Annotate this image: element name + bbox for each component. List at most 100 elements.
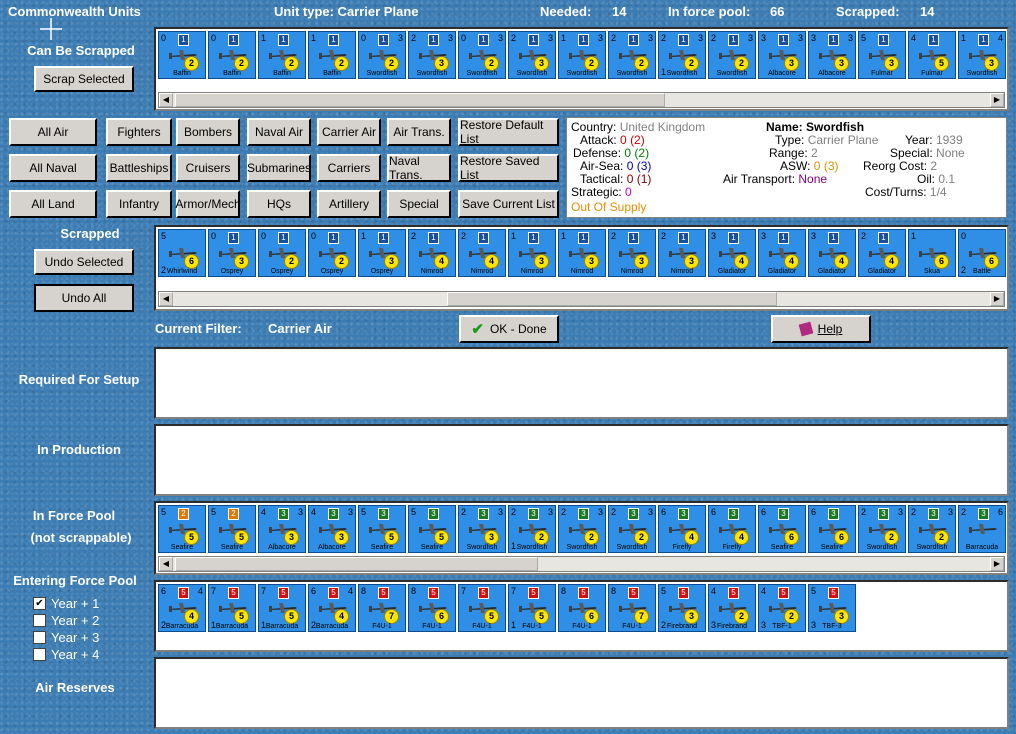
filter-button-armor-mech[interactable]: Armor/Mech: [175, 190, 241, 218]
scroll-left-icon[interactable]: ◀: [159, 557, 173, 571]
unit-counter[interactable]: 5 2 5 Seafire: [158, 505, 206, 553]
unit-counter[interactable]: 3 1 4 Gladiator: [808, 229, 856, 277]
unit-counter[interactable]: 2 6 3 Barracuda: [958, 505, 1006, 553]
scroll-thumb[interactable]: [447, 292, 777, 306]
unit-counter[interactable]: 2 3 3 2 Swordfish: [908, 505, 956, 553]
unit-counter[interactable]: 5 2 5 Seafire: [208, 505, 256, 553]
unit-counter[interactable]: 6 3 6 Seafire: [808, 505, 856, 553]
filter-button-all-air[interactable]: All Air: [9, 118, 97, 146]
filter-button-submarines[interactable]: Submarines: [247, 154, 311, 182]
unit-counter[interactable]: 2 3 3 2 Swordfish: [608, 505, 656, 553]
unit-counter[interactable]: 3 1 4 Gladiator: [708, 229, 756, 277]
filter-button-hqs[interactable]: HQs: [247, 190, 311, 218]
unit-counter[interactable]: 0 1 2 Baffin: [208, 31, 256, 79]
filter-button-bombers[interactable]: Bombers: [176, 118, 240, 146]
unit-counter[interactable]: 5 1 3 Fulmar: [858, 31, 906, 79]
filter-button-carriers[interactable]: Carriers: [317, 154, 381, 182]
unit-counter[interactable]: 0 1 2 Osprey: [308, 229, 356, 277]
scroll-thumb[interactable]: [175, 557, 538, 571]
unit-counter[interactable]: 2 3 3 2 Swordfish: [858, 505, 906, 553]
filter-button-all-naval[interactable]: All Naval: [9, 154, 97, 182]
year-checkbox[interactable]: [33, 631, 46, 644]
year-option-2[interactable]: Year + 2: [33, 613, 99, 628]
unit-counter[interactable]: 2 3 1 2 Swordfish: [708, 31, 756, 79]
unit-counter[interactable]: 1 1 2 Baffin: [258, 31, 306, 79]
unit-counter[interactable]: 4 3 3 3 Albacore: [308, 505, 356, 553]
unit-counter[interactable]: 6 4 5 4 Barracuda 2: [308, 584, 356, 632]
unit-counter[interactable]: 7 5 5 Barracuda 1: [258, 584, 306, 632]
in-force-pool-scrollbar[interactable]: ◀ ▶: [158, 556, 1005, 572]
unit-counter[interactable]: 7 5 5 Barracuda 1: [208, 584, 256, 632]
unit-counter[interactable]: 3 3 1 3 Albacore: [758, 31, 806, 79]
filter-button-fighters[interactable]: Fighters: [106, 118, 172, 146]
unit-counter[interactable]: 0 1 2 Baffin: [158, 31, 206, 79]
scroll-thumb[interactable]: [175, 93, 665, 107]
filter-button-naval-air[interactable]: Naval Air: [247, 118, 311, 146]
year-checkbox[interactable]: [33, 614, 46, 627]
filter-button-restore-default-list[interactable]: Restore Default List: [458, 118, 559, 146]
scrap-selected-button[interactable]: Scrap Selected: [34, 66, 134, 92]
filter-button-battleships[interactable]: Battleships: [106, 154, 172, 182]
year-checkbox[interactable]: ✔: [33, 597, 46, 610]
unit-counter[interactable]: 8 5 7 F4U-1: [358, 584, 406, 632]
scroll-right-icon[interactable]: ▶: [990, 93, 1004, 107]
can-be-scrapped-scrollbar[interactable]: ◀ ▶: [158, 92, 1005, 108]
unit-counter[interactable]: 4 3 3 3 Albacore: [258, 505, 306, 553]
unit-counter[interactable]: 3 3 1 3 Albacore: [808, 31, 856, 79]
year-option-3[interactable]: Year + 3: [33, 630, 99, 645]
year-checkbox[interactable]: [33, 648, 46, 661]
filter-button-air-trans[interactable]: Air Trans.: [387, 118, 451, 146]
unit-counter[interactable]: 5 5 3 TBF-3 3: [808, 584, 856, 632]
filter-button-infantry[interactable]: Infantry: [106, 190, 172, 218]
undo-all-button[interactable]: Undo All: [34, 284, 134, 312]
filter-button-save-current-list[interactable]: Save Current List: [458, 190, 559, 218]
unit-counter[interactable]: 1 4 1 3 Swordfish: [958, 31, 1006, 79]
unit-counter[interactable]: 5 3 5 Seafire: [358, 505, 406, 553]
unit-counter[interactable]: 6 3 4 Firefly: [708, 505, 756, 553]
unit-counter[interactable]: 5 5 3 Firebrand 2: [658, 584, 706, 632]
unit-counter[interactable]: 6 3 4 Firefly: [658, 505, 706, 553]
unit-counter[interactable]: 0 1 3 Osprey: [208, 229, 256, 277]
year-option-4[interactable]: Year + 4: [33, 647, 99, 662]
unit-counter[interactable]: 8 5 6 F4U-1: [558, 584, 606, 632]
filter-button-naval-trans[interactable]: Naval Trans.: [387, 154, 451, 182]
unit-counter[interactable]: 2 3 1 2 Swordfish 1: [656, 29, 708, 81]
unit-counter[interactable]: 1 3 1 2 Swordfish: [558, 31, 606, 79]
filter-button-all-land[interactable]: All Land: [9, 190, 97, 218]
unit-counter[interactable]: 2 1 4 Nimrod: [408, 229, 456, 277]
unit-counter[interactable]: 2 3 1 2 Swordfish: [608, 31, 656, 79]
unit-counter[interactable]: 1 6 Skua: [908, 229, 956, 277]
unit-counter[interactable]: 2 3 3 2 Swordfish 1: [508, 505, 556, 553]
unit-counter[interactable]: 8 5 7 F4U-1: [608, 584, 656, 632]
unit-counter[interactable]: 1 1 3 Osprey: [358, 229, 406, 277]
unit-counter[interactable]: 2 3 3 3 Swordfish: [458, 505, 506, 553]
scrapped-scrollbar[interactable]: ◀ ▶: [158, 291, 1005, 307]
unit-counter[interactable]: 4 5 2 Firebrand 3: [708, 584, 756, 632]
undo-selected-button[interactable]: Undo Selected: [34, 249, 134, 275]
unit-counter[interactable]: 6 4 5 4 Barracuda 2: [158, 584, 206, 632]
unit-counter[interactable]: 0 3 1 2 Swordfish: [358, 31, 406, 79]
filter-button-special[interactable]: Special: [387, 190, 451, 218]
year-option-1[interactable]: ✔ Year + 1: [33, 596, 99, 611]
unit-counter[interactable]: 3 1 4 Gladiator: [758, 229, 806, 277]
unit-counter[interactable]: 0 1 2 Osprey: [258, 229, 306, 277]
scroll-left-icon[interactable]: ◀: [159, 93, 173, 107]
ok-done-button[interactable]: ✔ OK - Done: [459, 315, 559, 343]
filter-button-cruisers[interactable]: Cruisers: [176, 154, 240, 182]
unit-counter[interactable]: 2 1 3 Nimrod: [658, 229, 706, 277]
unit-counter[interactable]: 2 1 4 Gladiator: [858, 229, 906, 277]
scroll-right-icon[interactable]: ▶: [990, 292, 1004, 306]
unit-counter[interactable]: 0 3 1 2 Swordfish: [458, 31, 506, 79]
unit-counter[interactable]: 8 5 6 F4U-1: [408, 584, 456, 632]
unit-counter[interactable]: 2 3 1 3 Swordfish: [508, 31, 556, 79]
unit-counter[interactable]: 5 3 5 Seafire: [408, 505, 456, 553]
unit-counter[interactable]: 2 3 3 2 Swordfish: [558, 505, 606, 553]
unit-counter[interactable]: 1 1 3 Nimrod: [558, 229, 606, 277]
unit-counter[interactable]: 2 1 4 Nimrod: [458, 229, 506, 277]
help-button[interactable]: Help: [771, 315, 871, 343]
unit-counter[interactable]: 5 6 Whirlwind 2: [158, 229, 206, 277]
scroll-left-icon[interactable]: ◀: [159, 292, 173, 306]
unit-counter[interactable]: 2 3 1 3 Swordfish: [408, 31, 456, 79]
unit-counter[interactable]: 4 5 2 TBF-1 3: [758, 584, 806, 632]
unit-counter[interactable]: 2 1 3 Nimrod: [608, 229, 656, 277]
